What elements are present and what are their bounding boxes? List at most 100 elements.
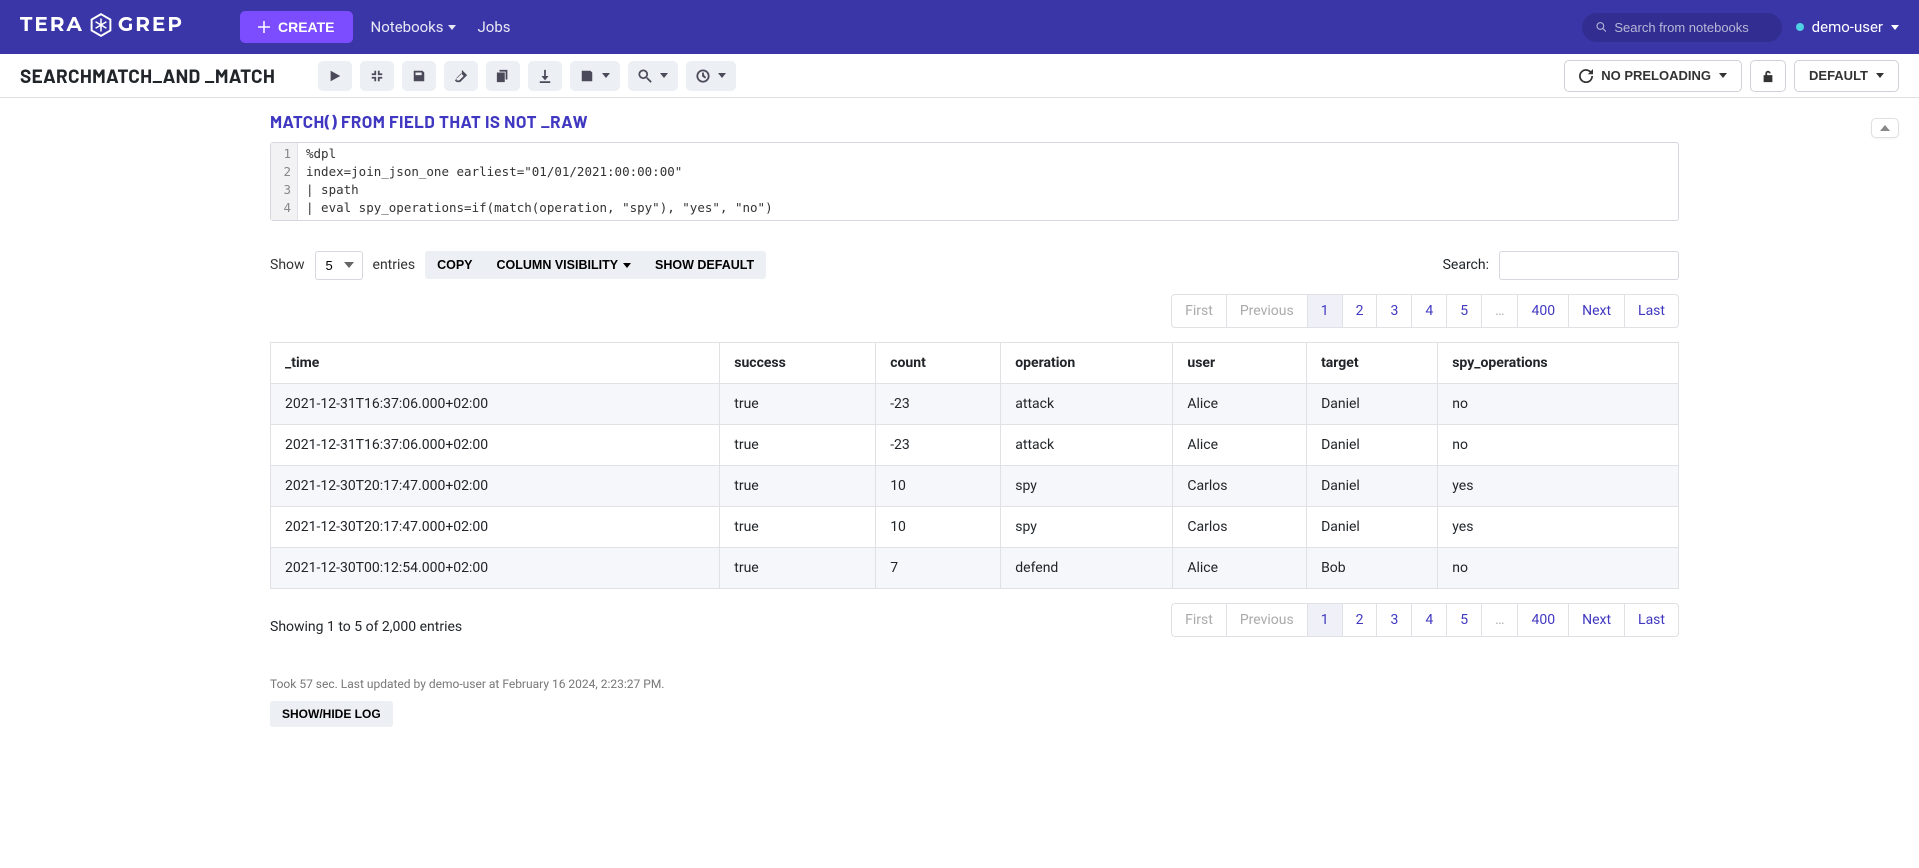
page-number[interactable]: 2 xyxy=(1343,295,1377,327)
page-number[interactable]: 4 xyxy=(1412,295,1446,327)
page-number[interactable]: 400 xyxy=(1518,295,1568,327)
page-number[interactable]: 400 xyxy=(1518,604,1568,636)
nav-jobs[interactable]: Jobs xyxy=(474,12,515,42)
table-cell: Alice xyxy=(1173,547,1307,588)
mode-label: DEFAULT xyxy=(1809,68,1868,83)
column-header[interactable]: user xyxy=(1173,342,1307,383)
table-row: 2021-12-31T16:37:06.000+02:00true-23atta… xyxy=(271,424,1679,465)
eraser-icon xyxy=(454,69,468,83)
table-cell: spy xyxy=(1001,465,1173,506)
save-icon xyxy=(412,69,426,83)
page-number[interactable]: 3 xyxy=(1377,604,1411,636)
code-content[interactable]: %dpl index=join_json_one earliest="01/01… xyxy=(298,143,1678,220)
page-number[interactable]: 3 xyxy=(1377,295,1411,327)
table-cell: Bob xyxy=(1307,547,1438,588)
page-number[interactable]: 1 xyxy=(1308,604,1342,636)
table-cell: defend xyxy=(1001,547,1173,588)
show-hide-log-button[interactable]: SHOW/HIDE LOG xyxy=(270,701,393,727)
search-input[interactable] xyxy=(1614,20,1767,35)
search-icon xyxy=(638,69,652,83)
page-previous: Previous xyxy=(1227,604,1307,636)
column-visibility-button[interactable]: COLUMN VISIBILITY xyxy=(485,251,644,279)
user-menu[interactable]: demo-user xyxy=(1796,18,1899,36)
table-cell: spy xyxy=(1001,506,1173,547)
brand-logo[interactable]: TERA GREP xyxy=(20,12,184,38)
pagination-top: FirstPrevious12345…400NextLast xyxy=(270,294,1679,328)
table-cell: true xyxy=(720,383,876,424)
caret-down-icon xyxy=(1876,73,1884,78)
preloading-label: NO PRELOADING xyxy=(1601,68,1711,83)
page-number[interactable]: 2 xyxy=(1343,604,1377,636)
table-cell: Daniel xyxy=(1307,465,1438,506)
table-cell: 2021-12-31T16:37:06.000+02:00 xyxy=(271,383,720,424)
table-cell: Carlos xyxy=(1173,506,1307,547)
table-cell: no xyxy=(1438,383,1679,424)
table-cell: 2021-12-30T20:17:47.000+02:00 xyxy=(271,506,720,547)
page-number[interactable]: 4 xyxy=(1412,604,1446,636)
column-header[interactable]: target xyxy=(1307,342,1438,383)
download-icon xyxy=(538,69,552,83)
caret-down-icon xyxy=(623,263,631,268)
export-button[interactable] xyxy=(528,61,562,91)
save-button[interactable] xyxy=(402,61,436,91)
column-header[interactable]: count xyxy=(876,342,1001,383)
lock-button[interactable] xyxy=(1750,60,1786,92)
table-cell: -23 xyxy=(876,424,1001,465)
table-cell: -23 xyxy=(876,383,1001,424)
clear-output-button[interactable] xyxy=(444,61,478,91)
page-last[interactable]: Last xyxy=(1625,604,1678,636)
find-button[interactable] xyxy=(628,61,678,91)
execution-meta: Took 57 sec. Last updated by demo-user a… xyxy=(270,677,1679,691)
table-cell: Carlos xyxy=(1173,465,1307,506)
entries-label: entries xyxy=(373,257,416,273)
nav-notebooks[interactable]: Notebooks xyxy=(367,12,460,42)
table-cell: yes xyxy=(1438,506,1679,547)
copy-button[interactable]: COPY xyxy=(425,251,484,279)
table-cell: no xyxy=(1438,547,1679,588)
scheduler-button[interactable] xyxy=(686,61,736,91)
create-button[interactable]: CREATE xyxy=(240,11,353,43)
page-number[interactable]: 5 xyxy=(1447,604,1481,636)
result-search-label: Search: xyxy=(1443,257,1489,273)
clone-button[interactable] xyxy=(486,61,520,91)
table-cell: Alice xyxy=(1173,424,1307,465)
table-row: 2021-12-30T00:12:54.000+02:00true7defend… xyxy=(271,547,1679,588)
results-table: _timesuccesscountoperationusertargetspy_… xyxy=(270,342,1679,589)
column-header[interactable]: success xyxy=(720,342,876,383)
table-cell: 10 xyxy=(876,506,1001,547)
page-next[interactable]: Next xyxy=(1569,295,1624,327)
table-cell: true xyxy=(720,465,876,506)
table-cell: Alice xyxy=(1173,383,1307,424)
colvis-label: COLUMN VISIBILITY xyxy=(497,258,619,272)
user-name: demo-user xyxy=(1812,18,1883,36)
page-number[interactable]: 1 xyxy=(1308,295,1342,327)
column-header[interactable]: operation xyxy=(1001,342,1173,383)
notebook-cell: MATCH() FROM FIELD THAT IS NOT _RAW 1234… xyxy=(270,112,1679,727)
clock-icon xyxy=(696,69,710,83)
run-all-button[interactable] xyxy=(318,61,352,91)
preloading-button[interactable]: NO PRELOADING xyxy=(1564,60,1742,92)
search-box[interactable] xyxy=(1582,13,1782,42)
content-area: MATCH() FROM FIELD THAT IS NOT _RAW 1234… xyxy=(0,112,1919,767)
page-number[interactable]: 5 xyxy=(1447,295,1481,327)
table-cell: true xyxy=(720,506,876,547)
column-header[interactable]: _time xyxy=(271,342,720,383)
page-last[interactable]: Last xyxy=(1625,295,1678,327)
pagination-bottom: FirstPrevious12345…400NextLast xyxy=(1171,603,1679,637)
result-search-input[interactable] xyxy=(1499,251,1679,280)
collapse-cell-button[interactable] xyxy=(1871,118,1899,138)
version-button[interactable] xyxy=(570,61,620,91)
create-label: CREATE xyxy=(278,19,335,35)
table-cell: 10 xyxy=(876,465,1001,506)
mode-button[interactable]: DEFAULT xyxy=(1794,60,1899,92)
entries-select[interactable]: 5 xyxy=(315,251,363,280)
play-icon xyxy=(328,69,342,83)
table-cell: attack xyxy=(1001,383,1173,424)
collapse-button[interactable] xyxy=(360,61,394,91)
column-header[interactable]: spy_operations xyxy=(1438,342,1679,383)
page-number: … xyxy=(1482,604,1517,636)
page-next[interactable]: Next xyxy=(1569,604,1624,636)
show-default-button[interactable]: SHOW DEFAULT xyxy=(643,251,766,279)
search-icon xyxy=(1596,21,1607,33)
code-editor[interactable]: 1234 %dpl index=join_json_one earliest="… xyxy=(270,142,1679,221)
